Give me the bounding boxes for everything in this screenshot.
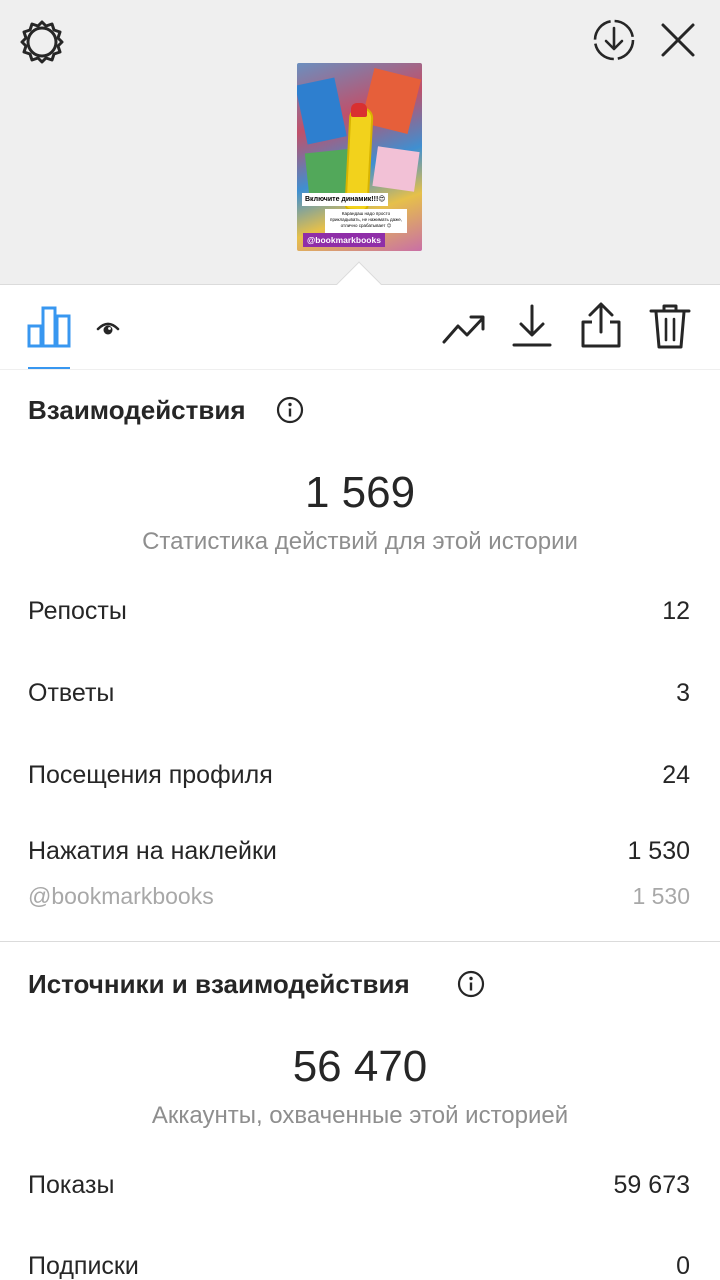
replies-label: Ответы	[28, 679, 115, 707]
sticker-mention-value: 1 530	[632, 883, 690, 909]
follows-label: Подписки	[28, 1252, 139, 1280]
share-icon[interactable]	[578, 300, 624, 350]
eye-icon[interactable]	[96, 318, 120, 338]
interactions-section-title: Взаимодействия	[28, 395, 246, 425]
info-icon[interactable]	[457, 970, 485, 998]
discovery-section-title: Источники и взаимодействия	[28, 969, 410, 999]
sticker-taps-value: 1 530	[627, 837, 690, 865]
download-circle-icon[interactable]	[590, 16, 638, 64]
info-icon[interactable]	[276, 396, 304, 424]
interactions-caption: Статистика действий для этой истории	[142, 528, 578, 555]
section-divider	[0, 941, 720, 942]
profile-visits-value: 24	[662, 761, 690, 789]
reposts-label: Репосты	[28, 597, 127, 625]
thumbnail-pen-cap	[351, 103, 367, 117]
follows-value: 0	[676, 1252, 690, 1280]
impressions-label: Показы	[28, 1171, 115, 1199]
reposts-value: 12	[662, 597, 690, 625]
bar-chart-icon[interactable]	[26, 302, 72, 350]
download-icon[interactable]	[510, 302, 554, 350]
reach-total: 56 470	[292, 1042, 428, 1091]
trend-up-icon[interactable]	[440, 306, 488, 350]
thumbnail-book-cover	[297, 77, 347, 145]
reach-caption: Аккаунты, охваченные этой историей	[151, 1102, 569, 1129]
interactions-total: 1 569	[304, 468, 416, 517]
trash-icon[interactable]	[648, 302, 692, 350]
thumbnail-caption-text: Карандаш надо просто прикладывать, не на…	[325, 209, 407, 233]
active-tab-indicator	[28, 367, 70, 369]
settings-gear-icon[interactable]	[18, 18, 66, 66]
thumbnail-book-cover	[372, 146, 420, 192]
profile-visits-label: Посещения профиля	[28, 761, 273, 789]
thumbnail-caption-title: Включите динамик!!!😍	[302, 193, 388, 206]
story-thumbnail[interactable]: Включите динамик!!!😍 Карандаш надо прост…	[297, 63, 422, 251]
thumbnail-mention-sticker: @bookmarkbooks	[303, 233, 385, 247]
sticker-taps-label: Нажатия на наклейки	[28, 837, 277, 865]
sticker-mention-label: @bookmarkbooks	[28, 883, 214, 909]
impressions-value: 59 673	[613, 1171, 690, 1199]
replies-value: 3	[676, 679, 690, 707]
close-icon[interactable]	[656, 18, 700, 62]
